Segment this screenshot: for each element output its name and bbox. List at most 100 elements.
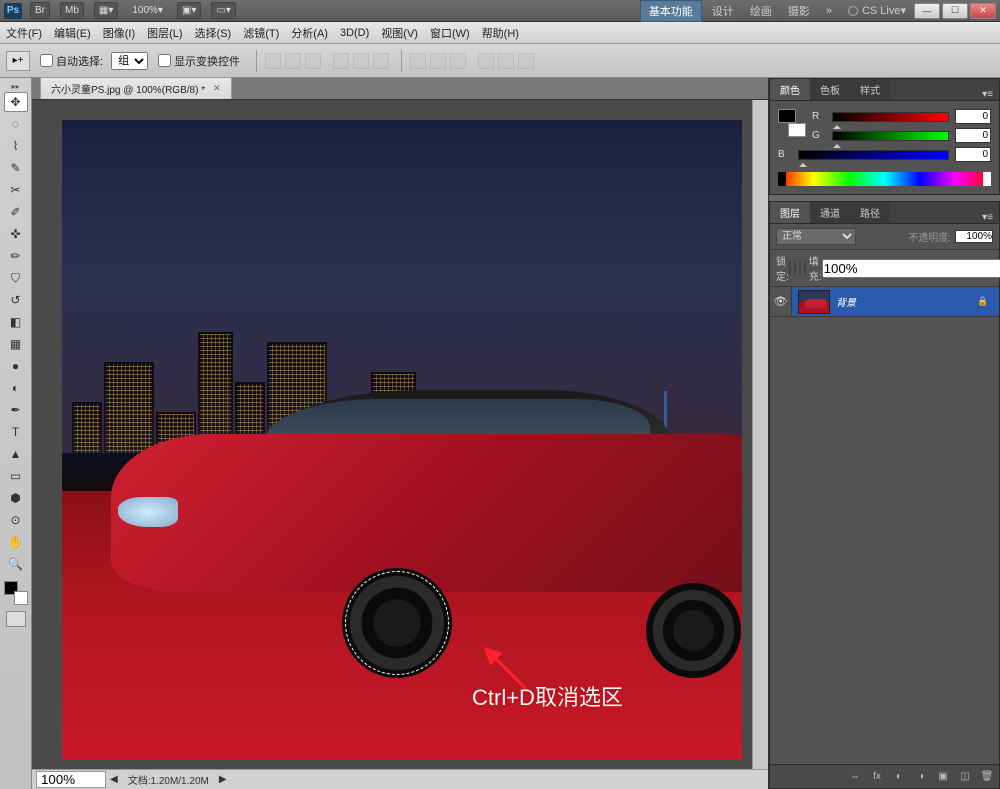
arrange-docs-icon[interactable]: ▣▾ [177, 2, 201, 19]
distribute-right-icon[interactable] [518, 53, 534, 69]
menu-image[interactable]: 图像(I) [103, 25, 135, 41]
canvas[interactable] [62, 120, 742, 760]
history-brush-tool[interactable]: ↺ [4, 290, 28, 310]
tab-color[interactable]: 颜色 [770, 79, 810, 100]
lock-transparent-icon[interactable] [789, 261, 791, 275]
lock-all-icon[interactable] [804, 261, 806, 275]
type-tool[interactable]: T [4, 422, 28, 442]
bridge-icon[interactable]: Br [30, 2, 50, 19]
layer-row[interactable]: 👁 背景 🔒 [770, 287, 999, 317]
tab-paths[interactable]: 路径 [850, 202, 890, 223]
eraser-tool[interactable]: ◧ [4, 312, 28, 332]
align-top-icon[interactable] [265, 53, 281, 69]
lasso-tool[interactable]: ⌇ [4, 136, 28, 156]
workspace-design[interactable]: 设计 [704, 1, 742, 21]
g-slider[interactable] [832, 131, 949, 141]
menu-select[interactable]: 选择(S) [195, 25, 232, 41]
close-tab-icon[interactable]: ✕ [213, 83, 221, 94]
toolbox-collapse-icon[interactable]: ▸▸ [11, 82, 19, 91]
menu-help[interactable]: 帮助(H) [482, 25, 519, 41]
zoom-input[interactable] [36, 771, 106, 788]
b-slider[interactable] [798, 150, 949, 160]
background-color[interactable] [14, 591, 28, 605]
brush-tool[interactable]: ✏ [4, 246, 28, 266]
layer-fx-icon[interactable]: fx [869, 770, 885, 784]
blend-mode-select[interactable]: 正常 [776, 228, 856, 245]
delete-layer-icon[interactable]: 🗑 [979, 770, 995, 784]
tab-styles[interactable]: 样式 [850, 79, 890, 100]
distribute-left-icon[interactable] [478, 53, 494, 69]
link-layers-icon[interactable]: ⇔ [847, 770, 863, 784]
3d-tool[interactable]: ⬢ [4, 488, 28, 508]
spectrum-ramp[interactable] [778, 172, 991, 186]
distribute-top-icon[interactable] [410, 53, 426, 69]
lock-image-icon[interactable] [794, 261, 796, 275]
auto-select-checkbox[interactable]: 自动选择: [40, 53, 103, 69]
new-layer-icon[interactable]: ◫ [957, 770, 973, 784]
color-swatches[interactable] [4, 581, 28, 605]
panel-fg-color[interactable] [778, 109, 796, 123]
workspace-more[interactable]: » [818, 3, 840, 19]
r-slider[interactable] [832, 112, 949, 122]
layer-thumbnail[interactable] [798, 290, 830, 314]
distribute-bottom-icon[interactable] [450, 53, 466, 69]
stamp-tool[interactable]: ⛉ [4, 268, 28, 288]
layer-visibility-icon[interactable]: 👁 [770, 287, 792, 316]
menu-layer[interactable]: 图层(L) [147, 25, 182, 41]
3d-camera-tool[interactable]: ⊙ [4, 510, 28, 530]
pen-tool[interactable]: ✒ [4, 400, 28, 420]
menu-view[interactable]: 视图(V) [381, 25, 418, 41]
path-select-tool[interactable]: ▲ [4, 444, 28, 464]
menu-edit[interactable]: 编辑(E) [54, 25, 91, 41]
eyedropper-tool[interactable]: ✐ [4, 202, 28, 222]
panel-menu-icon[interactable]: ▾≡ [976, 89, 999, 100]
crop-tool[interactable]: ✂ [4, 180, 28, 200]
quick-mask-icon[interactable] [6, 611, 26, 627]
minimize-button[interactable]: — [914, 3, 940, 19]
tab-swatches[interactable]: 色板 [810, 79, 850, 100]
minibridge-icon[interactable]: Mb [60, 2, 84, 19]
healing-tool[interactable]: ✜ [4, 224, 28, 244]
shape-tool[interactable]: ▭ [4, 466, 28, 486]
r-input[interactable] [955, 109, 991, 124]
align-left-icon[interactable] [333, 53, 349, 69]
menu-window[interactable]: 窗口(W) [430, 25, 470, 41]
maximize-button[interactable]: ☐ [942, 3, 968, 19]
canvas-viewport[interactable]: Ctrl+D取消选区 [32, 100, 752, 769]
menu-3d[interactable]: 3D(D) [340, 27, 369, 39]
layer-name[interactable]: 背景 [836, 294, 977, 309]
screen-mode-icon[interactable]: ▭▾ [211, 2, 235, 19]
close-button[interactable]: ✕ [970, 3, 996, 19]
vertical-scrollbar[interactable] [752, 100, 768, 769]
align-right-icon[interactable] [373, 53, 389, 69]
layer-mask-icon[interactable]: ◐ [891, 770, 907, 784]
blur-tool[interactable]: ● [4, 356, 28, 376]
align-vcenter-icon[interactable] [285, 53, 301, 69]
document-info[interactable]: 文档:1.20M/1.20M [118, 772, 219, 787]
tab-layers[interactable]: 图层 [770, 202, 810, 223]
tab-channels[interactable]: 通道 [810, 202, 850, 223]
hand-tool[interactable]: ✋ [4, 532, 28, 552]
menu-filter[interactable]: 滤镜(T) [243, 25, 279, 41]
auto-select-type[interactable]: 组 [111, 52, 148, 70]
layers-panel-menu-icon[interactable]: ▾≡ [976, 212, 999, 223]
cslive-button[interactable]: CS Live ▾ [848, 4, 906, 17]
menu-analysis[interactable]: 分析(A) [291, 25, 328, 41]
workspace-photography[interactable]: 摄影 [780, 1, 818, 21]
menu-file[interactable]: 文件(F) [6, 25, 42, 41]
current-tool-icon[interactable]: ▸+ [6, 51, 30, 71]
status-info-icon[interactable]: ▶ [219, 774, 227, 785]
move-tool[interactable]: ✥ [4, 92, 28, 112]
zoom-level-display[interactable]: 100% ▾ [128, 3, 167, 18]
align-hcenter-icon[interactable] [353, 53, 369, 69]
quick-select-tool[interactable]: ✎ [4, 158, 28, 178]
show-transform-checkbox[interactable]: 显示变换控件 [158, 53, 240, 69]
status-nav-icon[interactable]: ◀ [110, 774, 118, 785]
distribute-hcenter-icon[interactable] [498, 53, 514, 69]
view-extras-icon[interactable]: ▦▾ [94, 2, 118, 19]
fill-input[interactable] [822, 259, 1000, 278]
marquee-tool[interactable]: ◌ [4, 114, 28, 134]
gradient-tool[interactable]: ▦ [4, 334, 28, 354]
b-input[interactable] [955, 147, 991, 162]
distribute-vcenter-icon[interactable] [430, 53, 446, 69]
